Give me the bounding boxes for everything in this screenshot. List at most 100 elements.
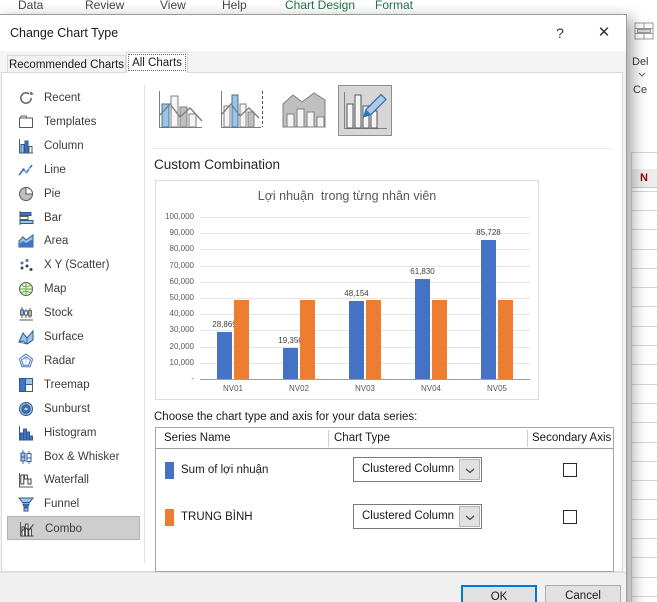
stock-chart-icon [18, 305, 34, 321]
grid-row-line [631, 596, 657, 597]
grid-row-line [631, 538, 657, 539]
sunburst-chart-icon [18, 401, 34, 417]
ribbon-tab-chart-design[interactable]: Chart Design [285, 0, 355, 13]
ribbon-tab-data[interactable]: Data [18, 0, 43, 13]
series-bar-blue [283, 348, 298, 379]
sidebar-item-surface[interactable]: Surface [7, 325, 140, 349]
ribbon-tab-format[interactable]: Format [375, 0, 413, 13]
series-bar-orange [234, 300, 249, 379]
series-row: TRUNG BÌNHClustered Column [156, 503, 613, 531]
series-color-swatch [165, 462, 174, 479]
y-axis-tick-label: 40,000 [156, 309, 194, 318]
sidebar-item-sunburst[interactable]: Sunburst [7, 397, 140, 421]
y-axis-tick-label: 30,000 [156, 325, 194, 334]
tab-all-charts[interactable]: All Charts [126, 52, 188, 73]
sidebar-item-label: Line [44, 158, 66, 182]
sidebar-item-radar[interactable]: Radar [7, 349, 140, 373]
sidebar-item-funnel[interactable]: Funnel [7, 492, 140, 516]
combo-variant-stacked-area-clustered-column[interactable] [278, 85, 332, 136]
sidebar-item-map[interactable]: Map [7, 277, 140, 301]
y-axis-tick-label: 70,000 [156, 261, 194, 270]
chart-plot-area: 28,869NV0119,356NV0248,154NV0361,830NV04… [200, 217, 530, 379]
series-bar-orange [300, 300, 315, 379]
sidebar-item-templates[interactable]: Templates [7, 110, 140, 134]
bar-group: 48,154NV03 [332, 217, 398, 379]
grid-row-line [631, 403, 657, 404]
sidebar-item-x-y-scatter[interactable]: X Y (Scatter) [7, 253, 140, 277]
sidebar-item-histogram[interactable]: Histogram [7, 421, 140, 445]
series-bar-blue [481, 240, 496, 379]
sidebar-item-stock[interactable]: Stock [7, 301, 140, 325]
grid-column-line [631, 152, 632, 602]
chart-preview: Lợi nhuận trong từng nhân viên 100,00090… [155, 180, 539, 400]
grid-row-line [631, 287, 657, 288]
ribbon-tab-review[interactable]: Review [85, 0, 124, 13]
chart-type-dropdown[interactable]: Clustered Column [353, 457, 482, 482]
sidebar-item-line[interactable]: Line [7, 158, 140, 182]
y-axis-tick-label: 20,000 [156, 342, 194, 351]
sidebar-item-box-whisker[interactable]: Box & Whisker [7, 445, 140, 469]
sidebar-item-treemap[interactable]: Treemap [7, 373, 140, 397]
ribbon-tab-help[interactable]: Help [222, 0, 247, 13]
sidebar-item-label: Surface [44, 325, 84, 349]
x-axis-category-label: NV04 [398, 384, 464, 393]
grid-row-line [631, 557, 657, 558]
sidebar-item-pie[interactable]: Pie [7, 182, 140, 206]
sidebar-item-combo[interactable]: Combo [7, 516, 140, 540]
sidebar-item-bar[interactable]: Bar [7, 206, 140, 230]
chart-type-dropdown-value: Clustered Column [362, 458, 454, 481]
sidebar-item-waterfall[interactable]: Waterfall [7, 468, 140, 492]
chart-type-dropdown[interactable]: Clustered Column [353, 504, 482, 529]
ribbon-tab-view[interactable]: View [160, 0, 186, 13]
y-axis-tick-label: 90,000 [156, 228, 194, 237]
sidebar-item-label: Map [44, 277, 66, 301]
x-axis-category-label: NV01 [200, 384, 266, 393]
grid-row-line [631, 249, 657, 250]
close-icon[interactable]: ✕ [587, 20, 621, 46]
table-header-series-name: Series Name [164, 428, 230, 448]
dialog-title: Change Chart Type [10, 26, 118, 40]
combo-variant-clustered-column-line-secondary-axis[interactable] [216, 85, 270, 136]
tab-recommended-charts[interactable]: Recommended Charts [7, 55, 126, 73]
line-chart-icon [18, 162, 34, 178]
series-bar-orange [366, 300, 381, 379]
grid-row-line [631, 268, 657, 269]
sidebar-item-label: Pie [44, 182, 61, 206]
sidebar-item-recent[interactable]: Recent [7, 86, 140, 110]
bar-data-label: 61,830 [410, 267, 434, 276]
chevron-down-icon[interactable] [459, 459, 480, 480]
help-icon[interactable]: ? [544, 21, 576, 45]
ok-button[interactable]: OK [461, 585, 537, 602]
variants-separator [152, 148, 612, 149]
delete-button-label[interactable]: Del [632, 56, 649, 68]
chart-title: Lợi nhuận trong từng nhân viên [156, 189, 538, 203]
sidebar-item-label: Box & Whisker [44, 445, 119, 469]
grid-header-cell: N [632, 169, 657, 188]
sidebar-item-area[interactable]: Area [7, 229, 140, 253]
sidebar-item-label: Column [44, 134, 84, 158]
series-bar-blue [217, 332, 232, 379]
sidebar-item-column[interactable]: Column [7, 134, 140, 158]
cells-group-label: Ce [633, 84, 647, 96]
secondary-axis-checkbox[interactable] [563, 463, 577, 477]
sidebar-item-label: Funnel [44, 492, 79, 516]
grid-row-line [631, 191, 657, 192]
table-header-secondary-axis: Secondary Axis [532, 428, 611, 448]
dialog-footer: OK Cancel [0, 572, 626, 602]
chevron-down-icon[interactable] [638, 68, 646, 80]
treemap-chart-icon [18, 377, 34, 393]
chevron-down-icon[interactable] [459, 506, 480, 527]
grid-row-line [631, 326, 657, 327]
series-bar-orange [498, 300, 513, 379]
series-row: Sum of lợi nhuậnClustered Column [156, 456, 613, 484]
excel-ribbon-tabs-strip: Data Review View Help Chart Design Format [0, 0, 657, 14]
box-whisker-chart-icon [18, 449, 34, 465]
dialog-content: RecentTemplatesColumnLinePieBarAreaX Y (… [1, 72, 623, 572]
cancel-button[interactable]: Cancel [545, 585, 621, 602]
combo-variant-custom-combination[interactable] [338, 85, 392, 136]
grid-row-line [631, 306, 657, 307]
secondary-axis-checkbox[interactable] [563, 510, 577, 524]
combo-variant-clustered-column-line[interactable] [154, 85, 208, 136]
series-color-swatch [165, 509, 174, 526]
sidebar-item-label: Sunburst [44, 397, 90, 421]
